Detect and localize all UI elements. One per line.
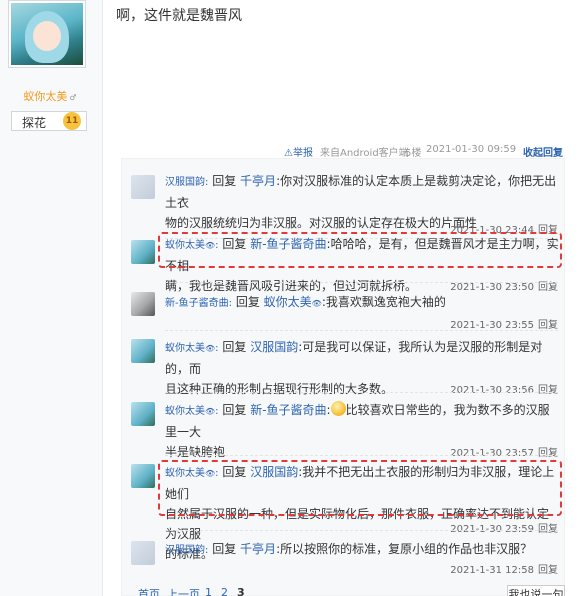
avatar[interactable] xyxy=(131,240,155,264)
gender-icon: ♂ xyxy=(69,93,77,102)
highlight-box xyxy=(158,232,562,268)
reply-meta: 2021-1-31 12:58 回复 xyxy=(450,565,558,576)
pager-page-1[interactable]: 1 xyxy=(205,586,212,596)
reply-button[interactable]: 回复 xyxy=(538,448,558,459)
sub-reply-pager: 首页 上一页 1 2 3 我也说一句 xyxy=(122,583,566,596)
avatar[interactable] xyxy=(131,402,155,426)
divider xyxy=(165,282,558,283)
eye-icon: 👁 xyxy=(205,344,216,353)
reply-target[interactable]: 蚁你太美 xyxy=(264,295,312,309)
level-badge[interactable]: 探花 11 xyxy=(11,111,87,131)
reply-user[interactable]: 蚁你太美 xyxy=(165,406,205,417)
reply-user[interactable]: 蚁你太美 xyxy=(165,343,205,354)
list-item: 新-鱼子酱奇曲: 回复 蚁你太美👁:我喜欢飘逸宽袍大袖的 2021-1-30 2… xyxy=(122,292,566,332)
divider xyxy=(165,392,558,393)
divider xyxy=(165,530,558,531)
reply-user[interactable]: 汉服国韵 xyxy=(165,545,205,556)
reply-text: 新-鱼子酱奇曲: 回复 蚁你太美👁:我喜欢飘逸宽袍大袖的 xyxy=(165,295,446,309)
eye-icon: 👁 xyxy=(311,299,322,308)
list-item: 汉服国韵: 回复 千亭月:所以按照你的标准，复原小组的作品也非汉服？ 2021-… xyxy=(122,539,566,579)
post-tail: ⚠举报 来自Android客户端 5楼 2021-01-30 09:59 收起回… xyxy=(284,144,566,159)
reply-target[interactable]: 千亭月 xyxy=(240,542,276,556)
post-source: 来自Android客户端 xyxy=(320,148,409,159)
avatar[interactable] xyxy=(131,339,155,363)
avatar[interactable] xyxy=(131,292,155,316)
pager-page-2[interactable]: 2 xyxy=(221,586,228,596)
reply-meta: 2021-1-30 23:57 回复 xyxy=(450,448,558,459)
reply-button[interactable]: 回复 xyxy=(538,565,558,576)
list-item: 蚁你太美👁: 回复 汉服国韵:可是我可以保证，我所认为是汉服的形制是对的，而 且… xyxy=(122,337,566,396)
avatar[interactable] xyxy=(131,541,155,565)
reply-user[interactable]: 汉服国韵 xyxy=(165,177,205,188)
reply-user[interactable]: 新-鱼子酱奇曲 xyxy=(165,298,229,309)
reply-target[interactable]: 新-鱼子酱奇曲 xyxy=(250,403,326,417)
collapse-replies-button[interactable]: 收起回复 xyxy=(523,144,563,159)
eye-icon: 👁 xyxy=(205,407,216,416)
author-avatar[interactable] xyxy=(8,0,86,68)
reply-meta: 2021-1-30 23:55 回复 xyxy=(450,320,558,331)
level-name: 探花 xyxy=(22,116,47,130)
avatar[interactable] xyxy=(131,464,155,488)
reply-target[interactable]: 千亭月 xyxy=(240,174,276,188)
post-floor: 5楼 xyxy=(405,148,422,159)
avatar[interactable] xyxy=(131,175,155,199)
smile-emoji-icon xyxy=(330,401,346,416)
reply-button[interactable]: 回复 xyxy=(538,385,558,396)
report-link[interactable]: ⚠举报 xyxy=(284,144,313,159)
post-time: 2021-01-30 09:59 xyxy=(426,144,517,155)
list-item: 蚁你太美👁: 回复 新-鱼子酱奇曲: 比较喜欢日常些的，我为数不多的汉服里一大 半… xyxy=(122,400,566,459)
author-name[interactable]: 蚁你太美 xyxy=(23,90,67,103)
sub-reply-list: 汉服国韵: 回复 千亭月:你对汉服标准的认定本质上是裁剪决定论，你把无出土衣 物… xyxy=(121,158,565,596)
say-something-button[interactable]: 我也说一句 xyxy=(507,585,565,596)
post-content: 啊，这件就是魏晋风 xyxy=(116,8,242,24)
highlight-box xyxy=(158,460,562,516)
pager-page-3: 3 xyxy=(237,586,245,596)
reply-target[interactable]: 汉服国韵 xyxy=(250,340,298,354)
reply-meta: 2021-1-30 23:56 回复 xyxy=(450,385,558,396)
divider xyxy=(165,330,558,331)
author-sidebar: 蚁你太美 ♂ 探花 11 xyxy=(0,0,103,596)
pager-prev[interactable]: 上一页 xyxy=(167,586,200,596)
reply-meta: 2021-1-30 23:59 回复 xyxy=(450,524,558,535)
reply-meta: 2021-1-30 23:50 回复 xyxy=(450,282,558,293)
avatar-image xyxy=(11,3,83,65)
divider xyxy=(165,455,558,456)
author-name-line: 蚁你太美 ♂ xyxy=(0,88,100,104)
reply-text: 汉服国韵: 回复 千亭月:所以按照你的标准，复原小组的作品也非汉服？ xyxy=(165,542,533,556)
level-number-badge: 11 xyxy=(63,112,81,130)
pager-first[interactable]: 首页 xyxy=(138,586,160,596)
list-item: 汉服国韵: 回复 千亭月:你对汉服标准的认定本质上是裁剪决定论，你把无出土衣 物… xyxy=(122,171,566,236)
